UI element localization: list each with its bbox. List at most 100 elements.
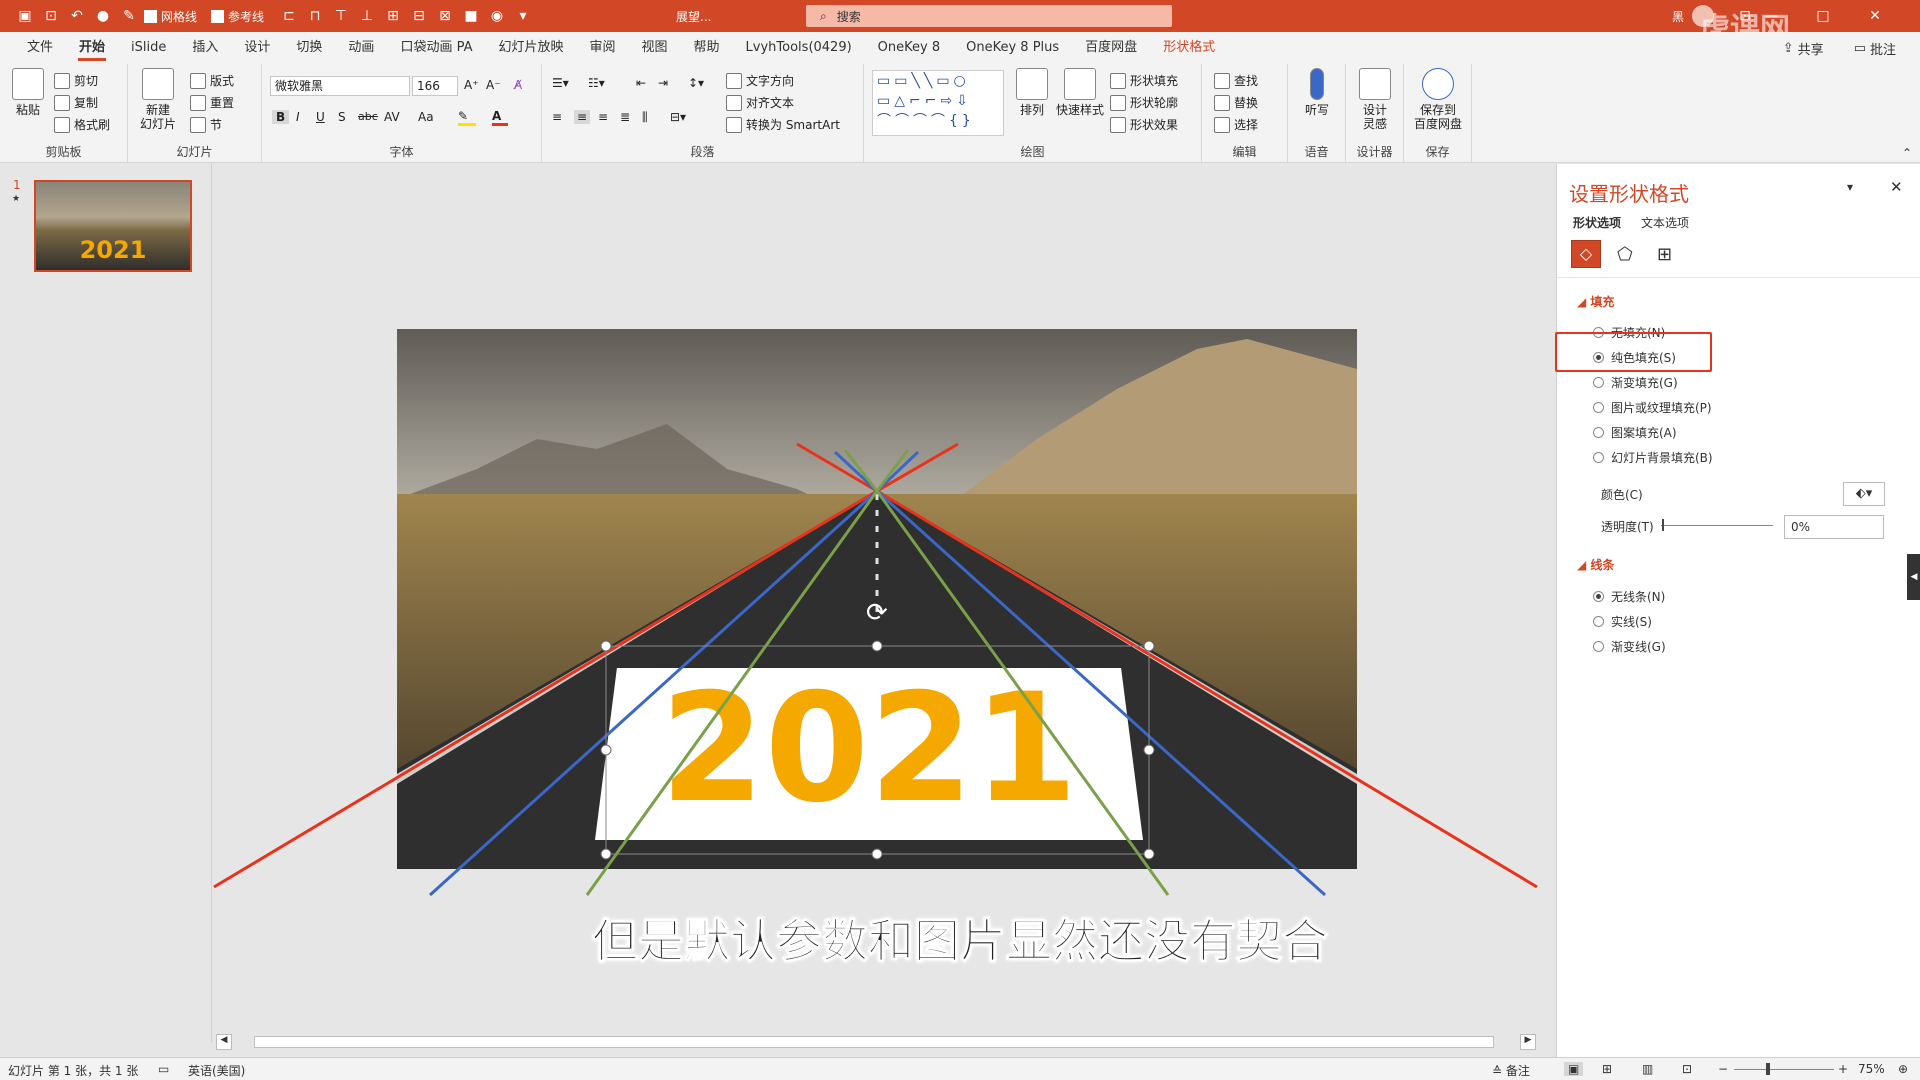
format-painter-icon[interactable]: ✎ xyxy=(118,5,140,27)
bold-button[interactable]: B xyxy=(272,110,290,124)
new-slide-button[interactable]: 新建 幻灯片 xyxy=(136,68,180,131)
radio-icon[interactable] xyxy=(1593,427,1604,438)
radio-icon[interactable] xyxy=(1593,452,1604,463)
fill-option-4[interactable]: 图案填充(A) xyxy=(1593,424,1677,441)
select-button[interactable]: 选择 xyxy=(1214,116,1258,133)
change-case-button[interactable]: Aa xyxy=(418,110,434,124)
distribute-v-icon[interactable]: ⊟ xyxy=(408,5,430,27)
minimize-icon[interactable]: — xyxy=(1760,5,1782,27)
fill-option-5[interactable]: 幻灯片背景填充(B) xyxy=(1593,449,1713,466)
arrange-button[interactable]: 排列 xyxy=(1010,68,1054,117)
tab-13[interactable]: OneKey 8 xyxy=(865,32,953,64)
align-middle-icon[interactable]: ⊥ xyxy=(356,5,378,27)
zoom-slider[interactable] xyxy=(1734,1069,1834,1070)
cut-button[interactable]: 剪切 xyxy=(54,72,98,89)
paste-button[interactable]: 粘贴 xyxy=(6,68,50,117)
shape-icon[interactable]: ■ xyxy=(460,5,482,27)
repeat-icon[interactable]: ● xyxy=(92,5,114,27)
align-center-icon[interactable]: ⊓ xyxy=(304,5,326,27)
replace-button[interactable]: 替换 xyxy=(1214,94,1258,111)
align-right-text-icon[interactable]: ≡ xyxy=(598,110,608,124)
tab-6[interactable]: 动画 xyxy=(335,32,387,64)
scroll-left-icon[interactable]: ◀ xyxy=(216,1034,232,1050)
share-button[interactable]: ⇪ 共享 xyxy=(1783,39,1824,58)
zoom-out-icon[interactable]: − xyxy=(1718,1062,1728,1076)
tab-2[interactable]: iSlide xyxy=(118,32,179,64)
tab-3[interactable]: 插入 xyxy=(179,32,231,64)
tab-8[interactable]: 幻灯片放映 xyxy=(485,32,576,64)
fill-option-3[interactable]: 图片或纹理填充(P) xyxy=(1593,399,1712,416)
zoom-slider-thumb[interactable] xyxy=(1766,1063,1770,1075)
scroll-right-icon[interactable]: ▶ xyxy=(1520,1034,1536,1050)
copy-button[interactable]: 复制 xyxy=(54,94,98,111)
design-ideas-button[interactable]: 设计 灵感 xyxy=(1353,68,1397,131)
radio-icon[interactable] xyxy=(1593,616,1604,627)
bullets-icon[interactable]: ☰▾ xyxy=(552,76,569,90)
align-center-text-icon[interactable]: ≡ xyxy=(574,110,591,124)
year-shape[interactable]: 2021 xyxy=(595,668,1143,840)
highlight-icon[interactable]: ✎ xyxy=(458,108,476,126)
slide-thumbnail[interactable]: 2021 xyxy=(34,180,192,272)
color-picker-button[interactable]: ⬖▾ xyxy=(1843,482,1885,506)
year-text[interactable]: 2021 xyxy=(595,674,1143,824)
transparency-slider-thumb[interactable] xyxy=(1662,519,1664,531)
strikethrough-button[interactable]: abc xyxy=(358,110,378,123)
zoom-level[interactable]: 75% xyxy=(1858,1062,1885,1076)
line-section-toggle[interactable]: ◢ 线条 xyxy=(1577,556,1614,573)
align-left-text-icon[interactable]: ≡ xyxy=(552,110,562,124)
accessibility-icon[interactable]: ▭ xyxy=(158,1062,169,1076)
comment-button[interactable]: ▭ 批注 xyxy=(1854,39,1896,58)
tab-15[interactable]: 百度网盘 xyxy=(1072,32,1150,64)
decrease-indent-icon[interactable]: ⇤ xyxy=(636,76,646,90)
shrink-font-icon[interactable]: A⁻ xyxy=(486,78,501,92)
horizontal-scrollbar[interactable]: ◀ ▶ xyxy=(216,1034,1536,1050)
slideshow-view-icon[interactable]: ⊡ xyxy=(1682,1062,1692,1076)
tab-16[interactable]: 形状格式 xyxy=(1150,32,1228,64)
layout-button[interactable]: 版式 xyxy=(190,72,234,89)
align-text-button[interactable]: 对齐文本 xyxy=(726,94,794,111)
pane-close-icon[interactable]: ✕ xyxy=(1890,178,1903,196)
save-icon[interactable]: ▣ xyxy=(14,5,36,27)
shape-effects-button[interactable]: 形状效果 xyxy=(1110,116,1178,133)
notes-button[interactable]: ≙ 备注 xyxy=(1492,1062,1530,1079)
align-top-icon[interactable]: ⊤ xyxy=(330,5,352,27)
slide[interactable]: 2021 xyxy=(397,329,1357,869)
underline-button[interactable]: U xyxy=(316,110,325,124)
crop-icon[interactable]: ⊠ xyxy=(434,5,456,27)
guides-checkbox[interactable] xyxy=(211,9,225,23)
gridlines-checkbox[interactable] xyxy=(144,9,157,23)
tab-shape-options[interactable]: 形状选项 xyxy=(1573,214,1621,231)
tab-11[interactable]: 帮助 xyxy=(681,32,733,64)
fill-line-icon[interactable]: ◇ xyxy=(1571,240,1601,268)
tab-text-options[interactable]: 文本选项 xyxy=(1641,214,1689,231)
size-properties-icon[interactable]: ⊞ xyxy=(1657,244,1672,265)
tab-10[interactable]: 视图 xyxy=(629,32,681,64)
char-spacing-button[interactable]: AV xyxy=(384,110,400,124)
fill-option-2[interactable]: 渐变填充(G) xyxy=(1593,374,1678,391)
line-option-0[interactable]: 无线条(N) xyxy=(1593,588,1665,605)
normal-view-icon[interactable]: ▣ xyxy=(1564,1062,1584,1076)
tab-5[interactable]: 切换 xyxy=(283,32,335,64)
distribute-text-icon[interactable]: ⊟▾ xyxy=(670,110,686,124)
tab-14[interactable]: OneKey 8 Plus xyxy=(953,32,1072,64)
transparency-input[interactable]: 0% xyxy=(1784,515,1884,539)
language-label[interactable]: 英语(美国) xyxy=(188,1062,245,1079)
tab-7[interactable]: 口袋动画 PA xyxy=(387,32,485,64)
shapes-gallery[interactable]: ▭▭╲╲▭○ ▭△⌐⌐⇨⇩ ⌒⌒⌒⌒{} xyxy=(872,70,1004,136)
tab-4[interactable]: 设计 xyxy=(231,32,283,64)
font-name-select[interactable]: 微软雅黑 xyxy=(270,76,410,96)
quick-styles-button[interactable]: 快速样式 xyxy=(1054,68,1106,117)
smartart-button[interactable]: 转换为 SmartArt xyxy=(726,116,840,133)
tab-1[interactable]: 开始 xyxy=(66,32,118,64)
search-input[interactable]: ⌕ 搜索 xyxy=(806,5,1172,27)
pane-expand-handle[interactable]: ◀ xyxy=(1907,554,1920,600)
line-spacing-icon[interactable]: ↕▾ xyxy=(688,76,704,90)
fit-slide-icon[interactable]: ⊕ xyxy=(1898,1062,1908,1076)
align-left-icon[interactable]: ⊏ xyxy=(278,5,300,27)
radio-icon[interactable] xyxy=(1593,591,1604,602)
zoom-in-icon[interactable]: + xyxy=(1838,1062,1848,1076)
effects-tab-icon[interactable]: ⬠ xyxy=(1617,244,1633,265)
justify-icon[interactable]: ≣ xyxy=(620,110,630,124)
font-size-select[interactable]: 166 xyxy=(412,76,458,96)
pane-options-icon[interactable]: ▾ xyxy=(1847,180,1853,194)
